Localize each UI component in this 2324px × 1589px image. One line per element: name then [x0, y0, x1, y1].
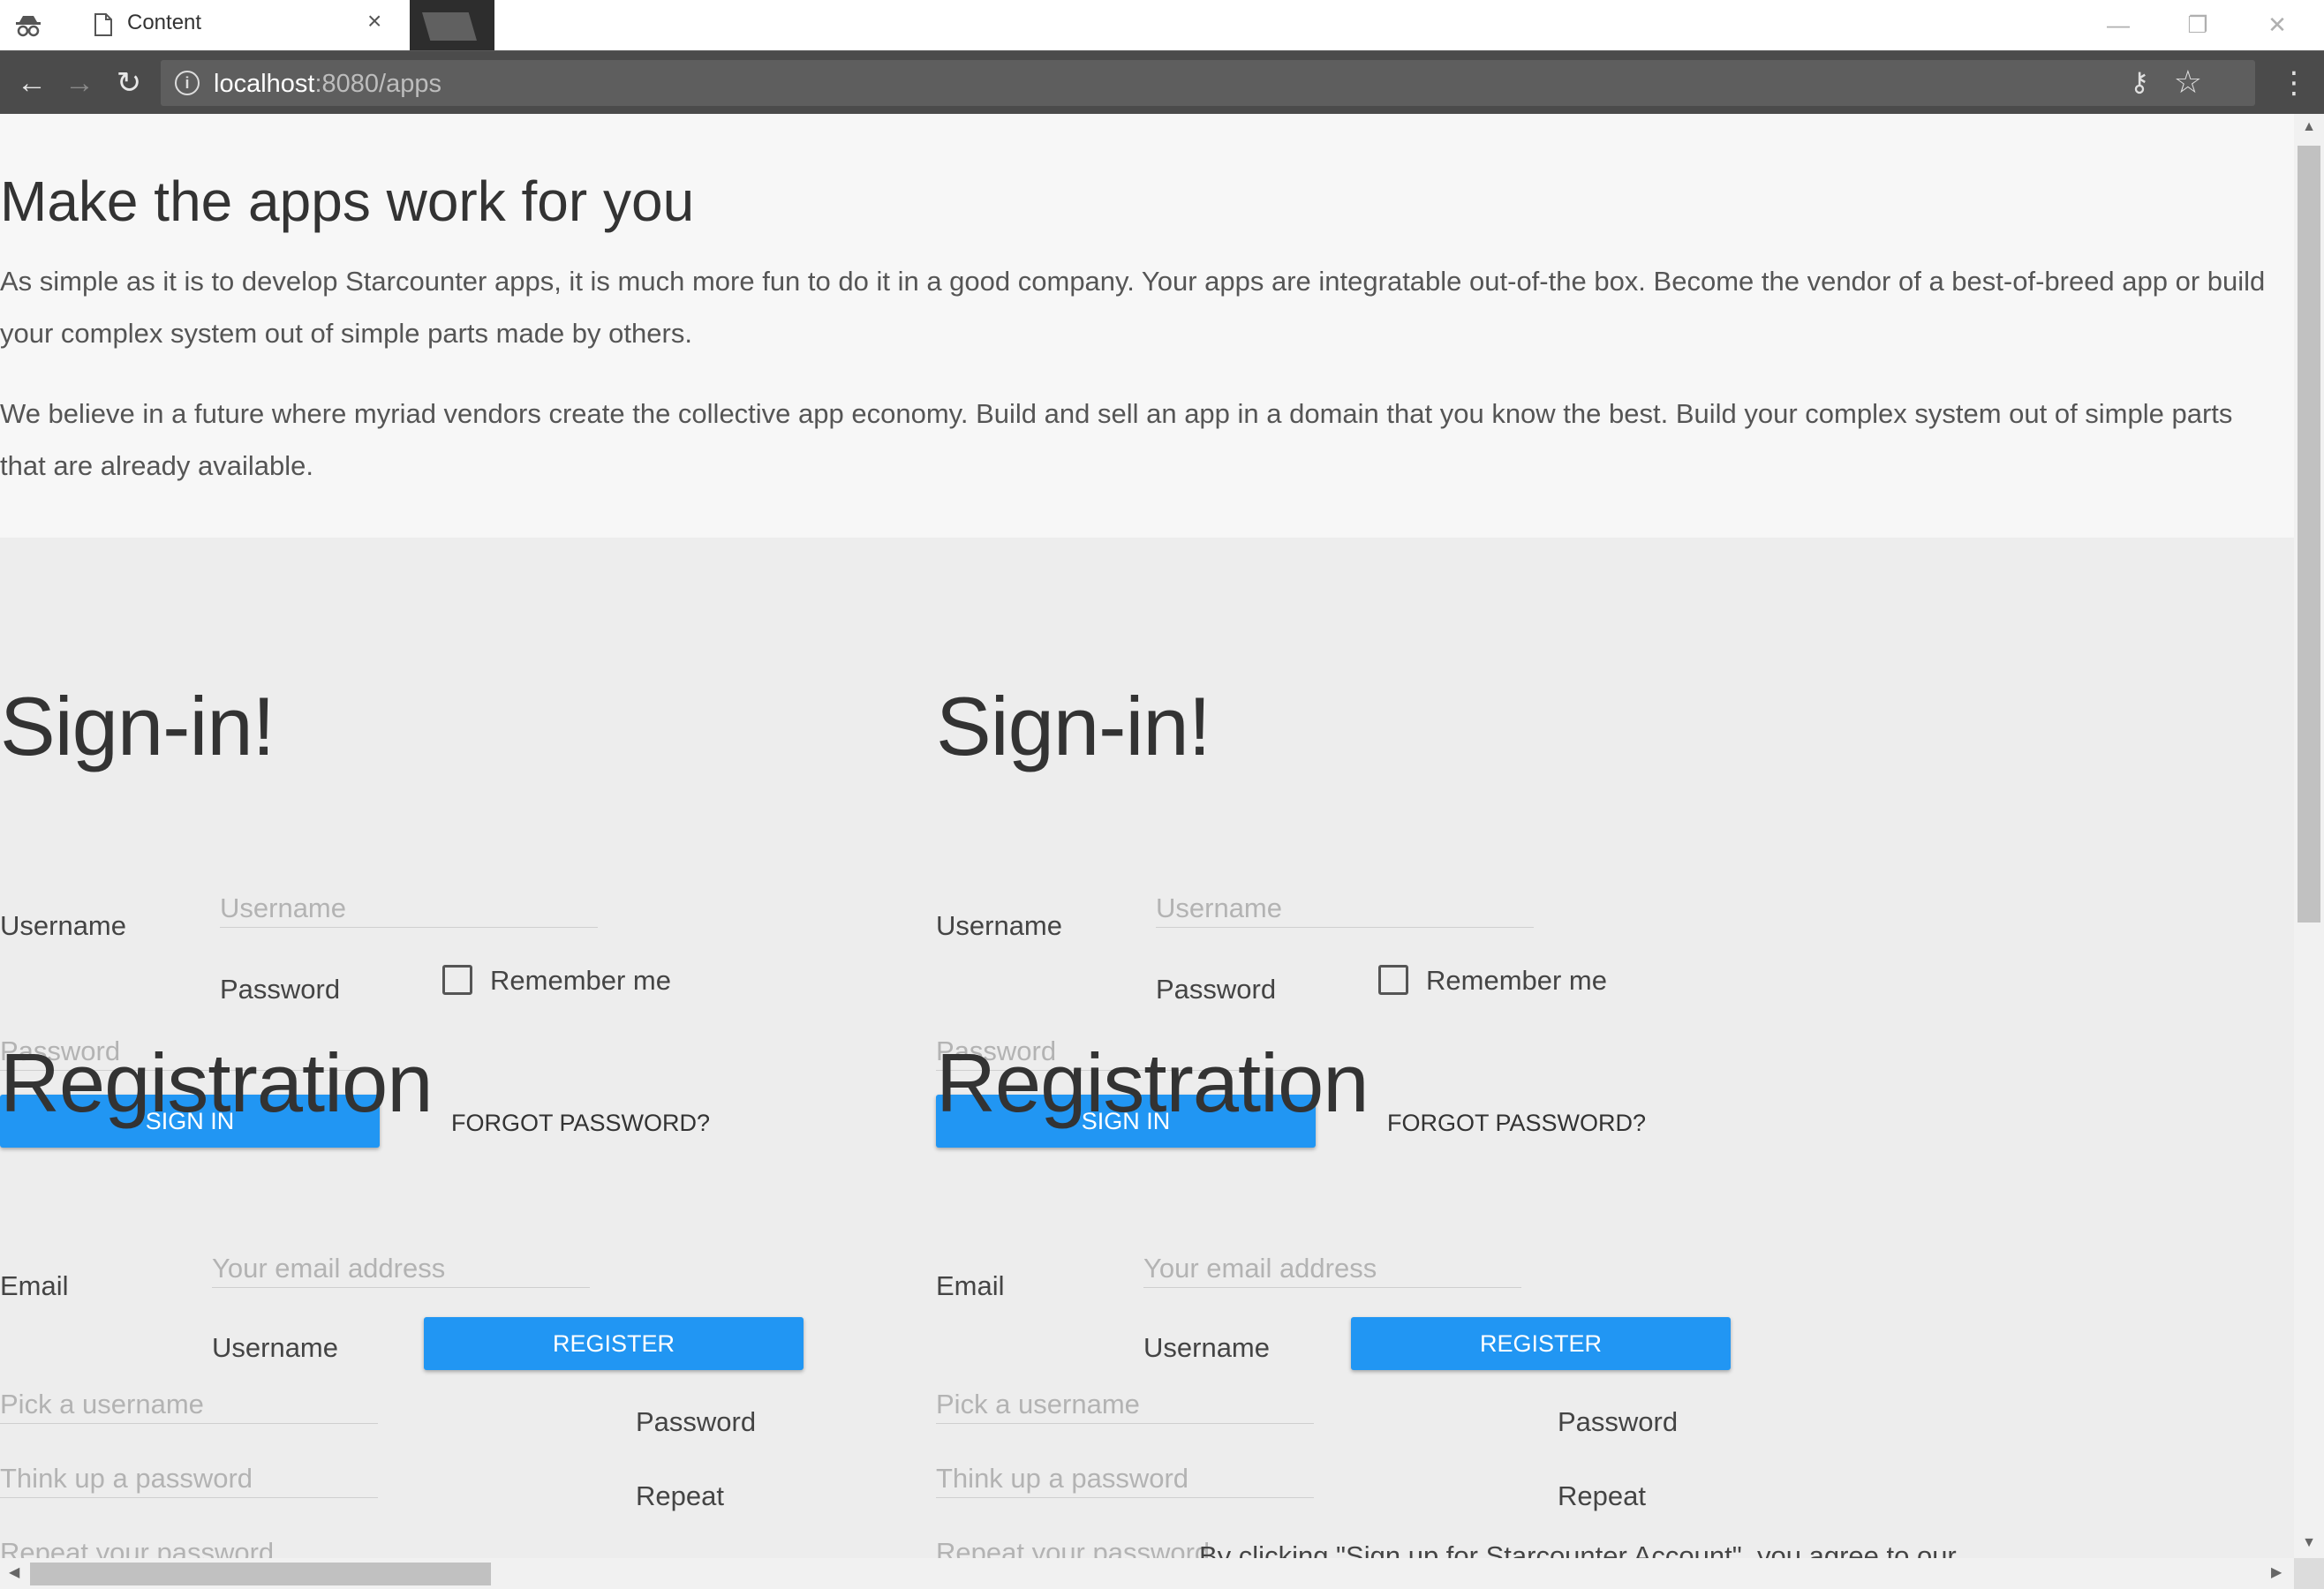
tab-title: Content: [127, 11, 202, 34]
scroll-left-icon[interactable]: ◀: [9, 1563, 19, 1581]
scroll-right-icon[interactable]: ▶: [2271, 1563, 2282, 1581]
url-text: localhost:8080/apps: [214, 70, 441, 99]
remember-me-label: Remember me: [1426, 965, 1607, 996]
reg-repeat-label: Repeat: [1558, 1480, 1646, 1511]
register-button[interactable]: REGISTER: [1351, 1317, 1731, 1370]
remember-me-checkbox[interactable]: [1378, 965, 1408, 995]
url-host: localhost: [214, 70, 315, 98]
email-label: Email: [936, 1270, 1005, 1301]
email-input[interactable]: [212, 1249, 590, 1288]
reg-password-label: Password: [636, 1406, 757, 1437]
reg-password-input[interactable]: [0, 1459, 378, 1498]
restore-icon[interactable]: ❐: [2158, 0, 2237, 50]
intro-heading: Make the apps work for you: [0, 169, 695, 233]
url-path: :8080/apps: [314, 70, 441, 98]
forgot-password-link[interactable]: FORGOT PASSWORD?: [1387, 1110, 1646, 1137]
browser-menu-icon[interactable]: ⋮: [2276, 62, 2312, 104]
scroll-down-icon[interactable]: ▼: [2294, 1535, 2324, 1551]
signin-username-label: Username: [0, 910, 126, 941]
register-button[interactable]: REGISTER: [424, 1317, 804, 1370]
reg-password-label: Password: [1558, 1406, 1679, 1437]
tab-content[interactable]: Content ×: [57, 0, 410, 50]
browser-tab-strip: Content × — ❐ ✕: [0, 0, 2324, 50]
email-label: Email: [0, 1270, 69, 1301]
browser-toolbar: ← → ↻ i localhost:8080/apps ⚷ ☆ ⋮: [0, 50, 2324, 114]
reg-username-label: Username: [212, 1332, 338, 1363]
intro-paragraph-1: As simple as it is to develop Starcounte…: [0, 266, 2266, 349]
reg-repeat-input[interactable]: [0, 1533, 378, 1558]
horizontal-scrollbar[interactable]: ◀ ▶: [0, 1558, 2294, 1589]
signin-heading: Sign-in!: [936, 680, 1211, 772]
auth-column-right: Sign-in! Username Password Remember me S…: [936, 538, 1872, 1558]
reg-username-input[interactable]: [936, 1385, 1314, 1424]
signin-username-input[interactable]: [1156, 889, 1534, 928]
reload-icon[interactable]: ↻: [108, 62, 150, 104]
reg-password-input[interactable]: [936, 1459, 1314, 1498]
info-icon[interactable]: i: [175, 71, 200, 95]
scroll-up-icon[interactable]: ▲: [2294, 119, 2324, 135]
vertical-scroll-thumb[interactable]: [2298, 146, 2320, 923]
reg-username-input[interactable]: [0, 1385, 378, 1424]
signin-username-label: Username: [936, 910, 1062, 941]
registration-heading: Registration: [0, 1036, 434, 1129]
close-window-icon[interactable]: ✕: [2237, 0, 2317, 50]
intro-paragraph-2: We believe in a future where myriad vend…: [0, 398, 2233, 481]
tab-strip-background: [494, 0, 2324, 50]
registration-heading: Registration: [936, 1036, 1370, 1129]
signin-heading: Sign-in!: [0, 680, 275, 772]
terms-text: By clicking "Sign up for Starcounter Acc…: [1199, 1540, 1957, 1558]
bookmark-star-icon[interactable]: ☆: [2174, 64, 2202, 101]
page-viewport: Make the apps work for you As simple as …: [0, 114, 2294, 1558]
email-input[interactable]: [1143, 1249, 1521, 1288]
intro-section: Make the apps work for you As simple as …: [0, 114, 2294, 538]
vertical-scrollbar[interactable]: ▲ ▼: [2294, 114, 2324, 1558]
key-icon[interactable]: ⚷: [2130, 67, 2149, 98]
new-tab-button[interactable]: [422, 12, 477, 41]
back-arrow-icon[interactable]: ←: [11, 62, 53, 104]
signin-username-input[interactable]: [220, 889, 598, 928]
forgot-password-link[interactable]: FORGOT PASSWORD?: [451, 1110, 710, 1137]
remember-me-label: Remember me: [490, 965, 671, 996]
signin-password-label: Password: [1156, 974, 1277, 1005]
forward-arrow-icon[interactable]: →: [58, 62, 101, 104]
page-icon: [94, 13, 112, 36]
auth-column-left: Sign-in! Username Password Remember me S…: [0, 538, 936, 1558]
signin-password-label: Password: [220, 974, 341, 1005]
address-bar[interactable]: i localhost:8080/apps ⚷ ☆: [161, 60, 2255, 106]
scrollbar-corner: [2294, 1558, 2324, 1589]
reg-username-label: Username: [1143, 1332, 1270, 1363]
horizontal-scroll-thumb[interactable]: [30, 1563, 491, 1585]
incognito-icon: [0, 0, 57, 50]
reg-repeat-label: Repeat: [636, 1480, 724, 1511]
close-tab-icon[interactable]: ×: [367, 9, 381, 34]
minimize-icon[interactable]: —: [2079, 0, 2158, 50]
remember-me-checkbox[interactable]: [442, 965, 472, 995]
